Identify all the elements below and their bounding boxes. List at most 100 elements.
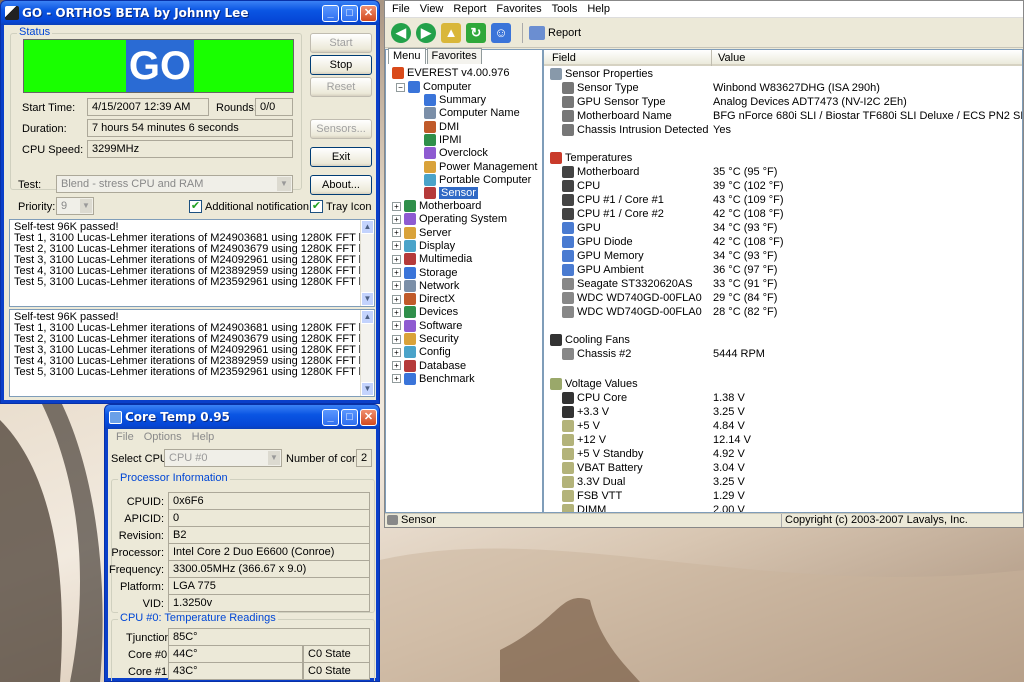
expand-icon[interactable]: + <box>392 241 401 251</box>
expand-icon[interactable]: + <box>392 307 401 317</box>
menu-item[interactable]: Options <box>139 431 187 443</box>
tree-item[interactable]: DMI <box>424 120 459 133</box>
expand-icon[interactable]: + <box>392 254 401 264</box>
tree-item[interactable]: + DirectX <box>392 293 455 306</box>
tray-icon-checkbox[interactable]: ✔ <box>310 200 323 213</box>
scroll-up-icon[interactable]: ▲ <box>361 310 374 324</box>
tree-item[interactable]: + Benchmark <box>392 372 475 385</box>
scrollbar[interactable]: ▲ ▼ <box>360 310 374 396</box>
tree-item[interactable]: + Security <box>392 333 459 345</box>
sensor-row[interactable]: CPU #1 / Core #1 43 °C (109 °F) <box>562 194 1022 206</box>
sensor-row[interactable]: FSB VTT 1.29 V <box>562 490 1022 502</box>
menu-item[interactable]: File <box>387 3 415 15</box>
tree-item[interactable]: + Config <box>392 346 451 359</box>
sensor-row[interactable]: GPU Sensor Type Analog Devices ADT7473 (N… <box>562 96 1022 108</box>
log-panel-1[interactable]: ▲ ▼ Self-test 96K passed! Test 1, 3100 Luc… <box>9 219 375 307</box>
sensor-row[interactable]: CPU Core 1.38 V <box>562 392 1022 404</box>
users-icon[interactable]: ☺ <box>491 22 511 43</box>
sensor-row[interactable]: WDC WD740GD-00FLA0 29 °C (84 °F) <box>562 292 1022 304</box>
sensor-row[interactable]: GPU Diode 42 °C (108 °F) <box>562 236 1022 248</box>
tree-item[interactable]: + Network <box>392 279 459 292</box>
sensors-button[interactable]: Sensors... <box>310 119 372 139</box>
sensor-row[interactable]: GPU Ambient 36 °C (97 °F) <box>562 264 1022 276</box>
scroll-down-icon[interactable]: ▼ <box>361 292 374 306</box>
priority-select[interactable]: 9 ▼ <box>56 197 94 215</box>
menu-item[interactable]: Tools <box>547 3 583 15</box>
sensor-row[interactable]: GPU Memory 34 °C (93 °F) <box>562 250 1022 262</box>
tree-item[interactable]: + Multimedia <box>392 253 472 266</box>
minimize-button[interactable]: _ <box>322 408 339 426</box>
tree-item[interactable]: + Devices <box>392 306 458 319</box>
additional-notification-checkbox[interactable]: ✔ <box>189 200 202 213</box>
tree-item[interactable]: Power Management <box>424 160 537 173</box>
tree-root[interactable]: EVEREST v4.00.976 <box>392 67 510 79</box>
tree-computer[interactable]: − Computer <box>396 81 471 93</box>
expand-icon[interactable]: + <box>392 334 401 344</box>
sensor-row[interactable]: Seagate ST3320620AS 33 °C (91 °F) <box>562 278 1022 290</box>
sensor-row[interactable]: +5 V 4.84 V <box>562 420 1022 432</box>
sensor-row[interactable]: VBAT Battery 3.04 V <box>562 462 1022 474</box>
report-icon[interactable] <box>529 25 545 40</box>
stop-button[interactable]: Stop <box>310 55 372 75</box>
tree-item[interactable]: + Database <box>392 359 466 372</box>
scroll-up-icon[interactable]: ▲ <box>361 220 374 234</box>
report-button[interactable]: Report <box>548 27 581 39</box>
maximize-button[interactable]: □ <box>341 408 358 426</box>
sensor-row[interactable]: Motherboard 35 °C (95 °F) <box>562 166 1022 178</box>
menu-item[interactable]: View <box>415 3 449 15</box>
reset-button[interactable]: Reset <box>310 77 372 97</box>
tree-item[interactable]: + Display <box>392 239 455 252</box>
select-cpu-dropdown[interactable]: CPU #0 ▼ <box>164 449 282 467</box>
about-button[interactable]: About... <box>310 175 372 195</box>
expand-icon[interactable]: + <box>392 361 401 371</box>
tab-menu[interactable]: Menu <box>388 48 426 64</box>
scroll-down-icon[interactable]: ▼ <box>361 382 374 396</box>
expand-icon[interactable]: + <box>392 214 401 224</box>
sensor-row[interactable]: Chassis Intrusion Detected Yes <box>562 124 1022 136</box>
menu-item[interactable]: Help <box>187 431 220 443</box>
sensor-row[interactable]: Chassis #2 5444 RPM <box>562 348 1022 360</box>
expand-icon[interactable]: + <box>392 201 401 211</box>
expand-icon[interactable]: + <box>392 268 401 277</box>
sensor-row[interactable]: DIMM 2.00 V <box>562 504 1022 512</box>
maximize-button[interactable]: □ <box>341 4 358 22</box>
column-value[interactable]: Value <box>718 52 745 64</box>
minimize-button[interactable]: _ <box>322 4 339 22</box>
sensor-row[interactable]: GPU 34 °C (93 °F) <box>562 222 1022 234</box>
sensor-row[interactable]: +12 V 12.14 V <box>562 434 1022 446</box>
tree-item[interactable]: + Server <box>392 226 451 239</box>
start-button[interactable]: Start <box>310 33 372 53</box>
orthos-titlebar[interactable]: GO - ORTHOS BETA by Johnny Lee _ □ ✕ <box>1 1 379 25</box>
scrollbar[interactable]: ▲ ▼ <box>360 220 374 306</box>
close-button[interactable]: ✕ <box>360 4 377 22</box>
sensor-row[interactable]: Motherboard Name BFG nForce 680i SLI / Bi… <box>562 110 1022 122</box>
tree-item[interactable]: Summary <box>424 94 486 106</box>
tree-item[interactable]: Overclock <box>424 147 488 160</box>
forward-icon[interactable]: ▶ <box>416 22 436 43</box>
expand-icon[interactable]: + <box>392 374 401 384</box>
expand-icon[interactable]: + <box>392 281 401 291</box>
tree-item[interactable]: + Storage <box>392 266 458 279</box>
tree-item[interactable]: + Operating System <box>392 213 507 226</box>
close-button[interactable]: ✕ <box>360 408 377 426</box>
expand-icon[interactable]: + <box>392 321 401 331</box>
tree-item[interactable]: + Software <box>392 319 462 332</box>
sensor-row[interactable]: +5 V Standby 4.92 V <box>562 448 1022 460</box>
sensor-row[interactable]: +3.3 V 3.25 V <box>562 406 1022 418</box>
expand-icon[interactable]: − <box>396 82 405 92</box>
refresh-icon[interactable]: ↻ <box>466 22 486 43</box>
column-field[interactable]: Field <box>552 52 576 64</box>
sensor-row[interactable]: Sensor Type Winbond W83627DHG (ISA 290h) <box>562 82 1022 94</box>
tree-item[interactable]: IPMI <box>424 133 462 146</box>
menu-item[interactable]: File <box>111 431 139 443</box>
sensor-row[interactable]: CPU 39 °C (102 °F) <box>562 180 1022 192</box>
coretemp-titlebar[interactable]: Core Temp 0.95 _ □ ✕ <box>105 405 379 429</box>
menu-item[interactable]: Report <box>448 3 491 15</box>
tree-item[interactable]: Computer Name <box>424 107 520 120</box>
tree-item[interactable]: Portable Computer <box>424 173 531 186</box>
expand-icon[interactable]: + <box>392 294 401 304</box>
expand-icon[interactable]: + <box>392 228 401 238</box>
up-folder-icon[interactable]: ▲ <box>441 22 461 43</box>
test-select[interactable]: Blend - stress CPU and RAM ▼ <box>56 175 293 193</box>
sensor-row[interactable]: 3.3V Dual 3.25 V <box>562 476 1022 488</box>
